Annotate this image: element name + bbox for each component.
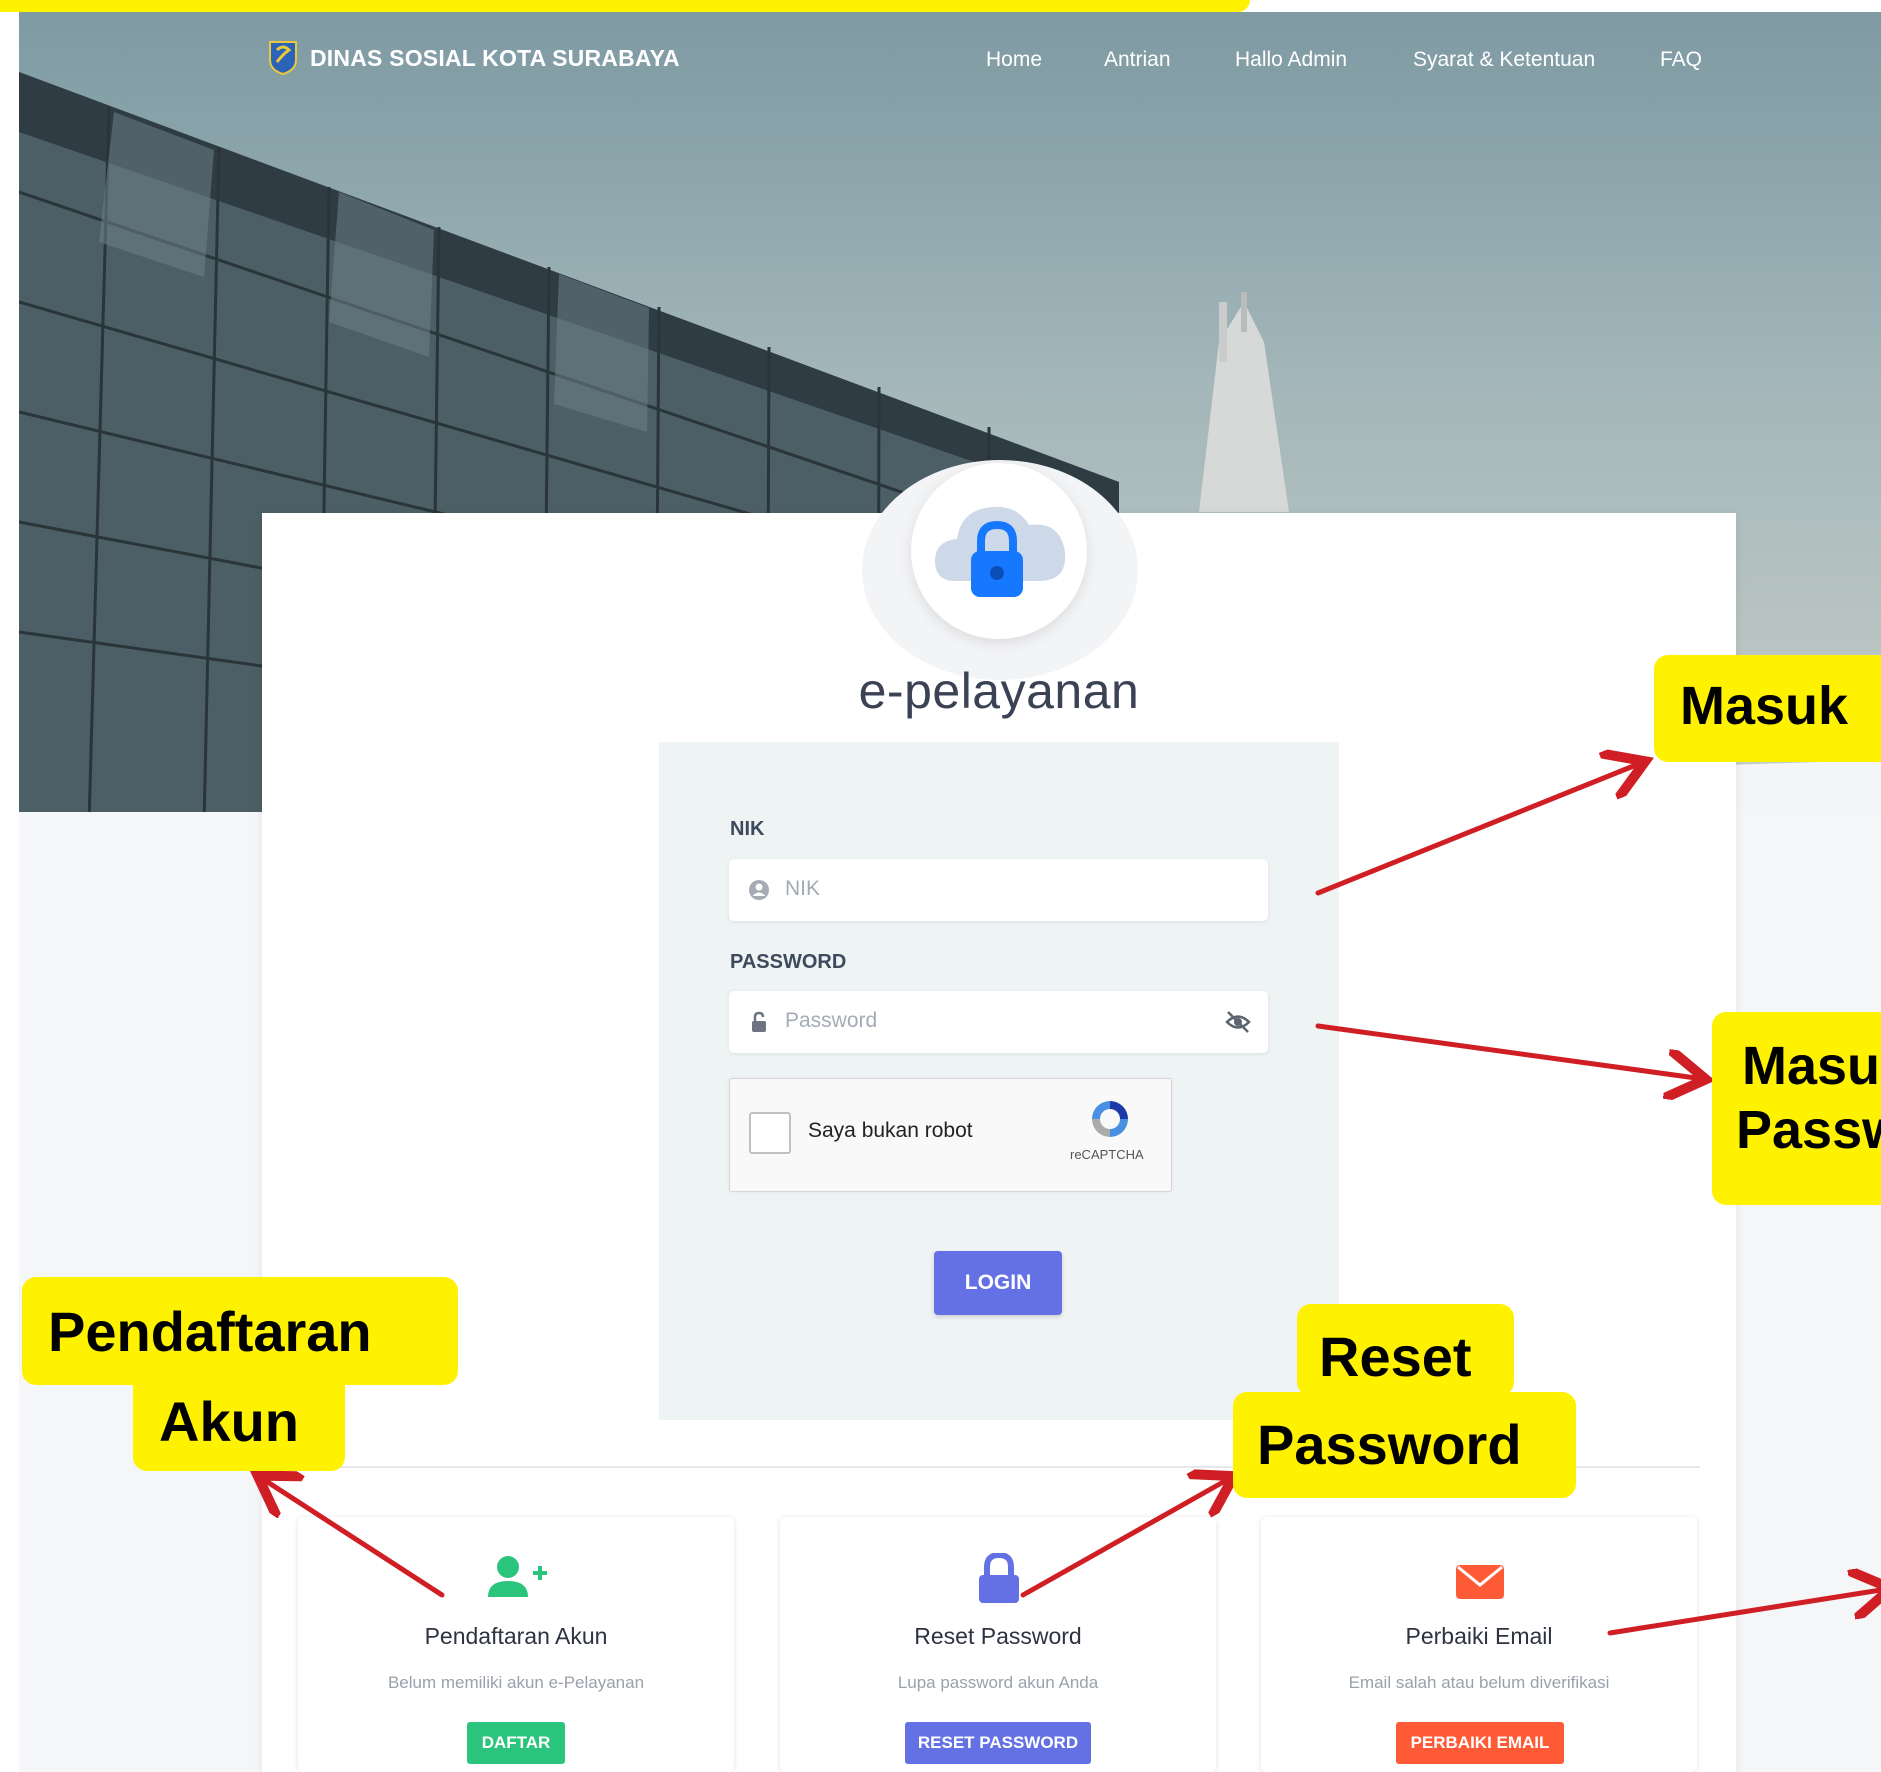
annotation-password: Masu Passw [1712,1012,1881,1205]
annotation-register: Pendaftaran [22,1277,458,1385]
annotation-password-line1: Masu [1742,1036,1881,1096]
arrow-to-email-annotation [1607,1590,1881,1636]
annotation-reset: Reset [1297,1304,1514,1396]
page: DINAS SOSIAL KOTA SURABAYA Home Antrian … [0,0,1881,1772]
annotation-register-line1: Pendaftaran [48,1300,372,1363]
arrow-to-reset-annotation [1020,1481,1225,1598]
annotation-reset-line2: Password [1257,1413,1522,1476]
annotation-nik: Masuk [1654,655,1881,762]
arrow-to-register-annotation [266,1481,445,1598]
annotation-reset-tail: Password [1233,1392,1576,1498]
arrow-to-nik-annotation [1315,765,1636,896]
annotation-nik-text: Masuk [1680,676,1849,736]
arrow-to-password-annotation [1315,1023,1696,1078]
annotation-reset-line1: Reset [1319,1325,1472,1388]
annotation-arrows [0,0,1881,1636]
annotation-password-line2: Passw [1736,1100,1881,1160]
annotation-register-line2: Akun [159,1390,299,1453]
annotation-register-tail: Akun [133,1385,345,1471]
